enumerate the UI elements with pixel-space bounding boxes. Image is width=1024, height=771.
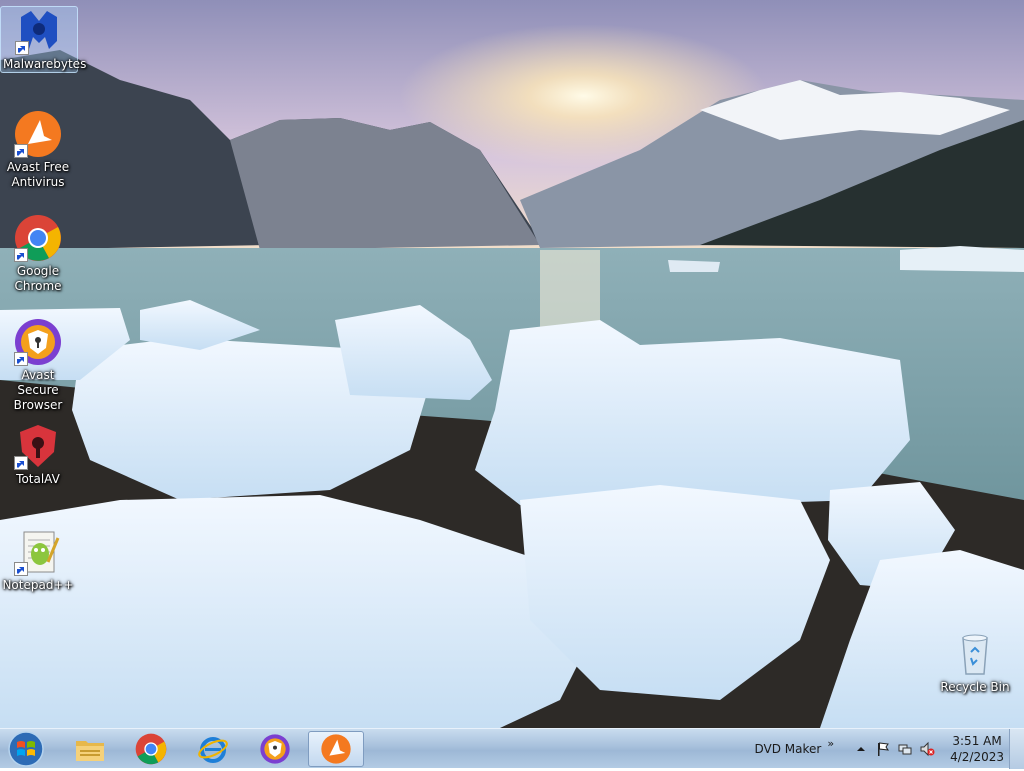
clock-date: 4/2/2023 <box>950 750 1004 764</box>
network-icon[interactable] <box>897 741 913 757</box>
avast-icon <box>321 734 351 764</box>
recycle-bin-icon <box>962 634 988 675</box>
desktop-icon-avast-free-antivirus[interactable]: Avast Free Antivirus <box>0 110 76 190</box>
desktop-icon-totalav[interactable]: TotalAV <box>0 422 76 487</box>
taskbar-internet-explorer[interactable] <box>185 731 241 767</box>
volume-muted-icon[interactable] <box>919 741 935 757</box>
desktop-icon-label: Notepad++ <box>2 578 74 592</box>
taskbar: DVD Maker » 3:51 AM 4/2/2023 <box>0 728 1024 769</box>
desktop-icon-label: Avast Secure Browser <box>13 368 63 412</box>
notification-area: DVD Maker » 3:51 AM 4/2/2023 <box>755 729 1004 769</box>
desktop-icon-label: Avast Free Antivirus <box>6 160 70 189</box>
avast-secure-browser-icon <box>260 734 290 764</box>
chrome-icon <box>135 733 167 765</box>
desktop-icon-google-chrome[interactable]: Google Chrome <box>0 214 76 294</box>
desktop-icon-label: Google Chrome <box>14 264 62 293</box>
desktop-icon-malwarebytes[interactable]: Malwarebytes <box>0 6 87 73</box>
taskbar-file-explorer[interactable] <box>62 731 118 767</box>
start-button[interactable] <box>6 731 46 767</box>
desktop-icon-notepadpp[interactable]: Notepad++ <box>0 528 76 593</box>
action-center-flag-icon[interactable] <box>875 741 891 757</box>
desktop-icon-label: TotalAV <box>16 472 60 486</box>
show-hidden-icons-arrow[interactable] <box>853 741 869 757</box>
taskbar-avast-secure-browser[interactable] <box>247 731 303 767</box>
show-desktop-button[interactable] <box>1009 729 1024 769</box>
desktop-icon-recycle-bin[interactable]: Recycle Bin <box>937 630 1013 695</box>
file-explorer-icon <box>76 741 104 761</box>
windows-start-icon <box>8 731 44 767</box>
clock-time: 3:51 AM <box>952 734 1002 748</box>
dvd-maker-toolbar[interactable]: DVD Maker <box>755 742 822 756</box>
desktop-icon-avast-secure-browser[interactable]: Avast Secure Browser <box>0 318 76 413</box>
toolbar-chevron[interactable]: » <box>827 737 834 750</box>
desktop-icon-label: Malwarebytes <box>3 57 87 71</box>
desktop-icon-label: Recycle Bin <box>940 680 1010 694</box>
internet-explorer-icon <box>198 737 228 763</box>
system-clock[interactable]: 3:51 AM 4/2/2023 <box>950 733 1004 765</box>
desktop-wallpaper <box>0 0 1024 728</box>
taskbar-chrome[interactable] <box>123 731 179 767</box>
taskbar-avast-antivirus[interactable] <box>308 731 364 767</box>
